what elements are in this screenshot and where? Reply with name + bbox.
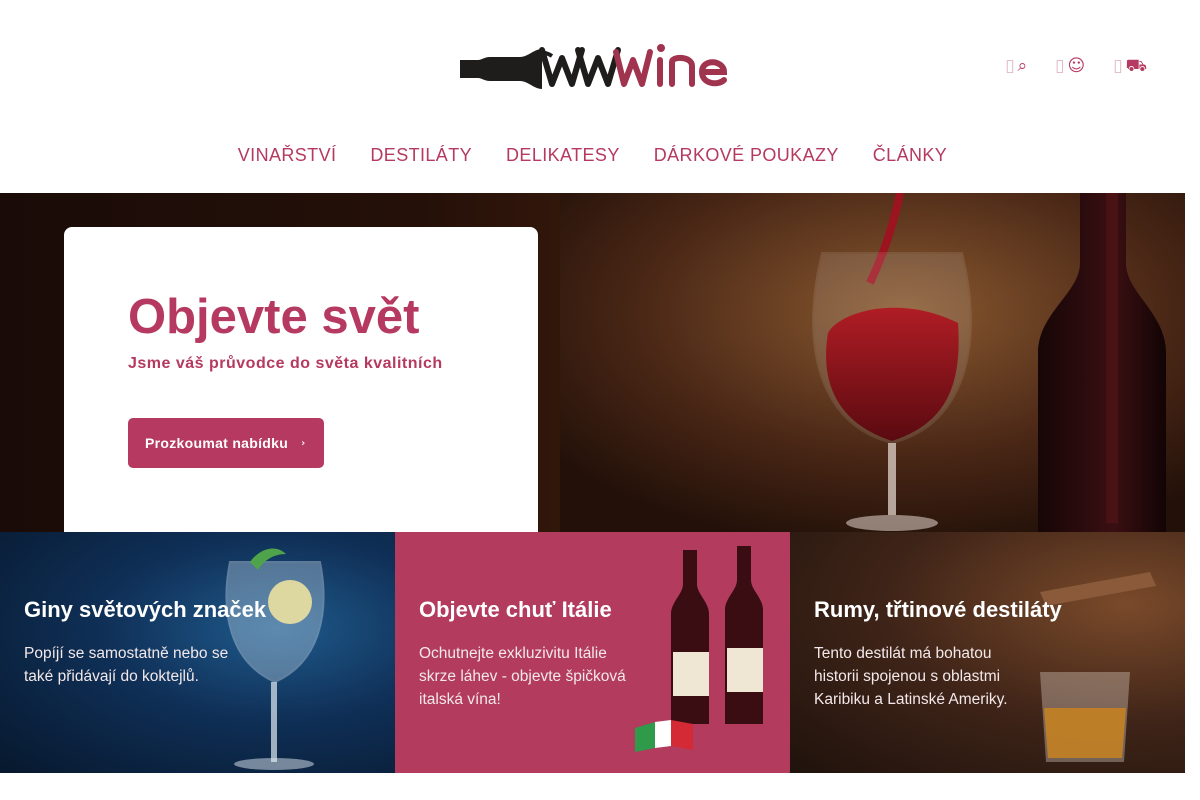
banner-text: Tento destilát má bohatou historii spoje…: [814, 645, 1008, 708]
nav-item-destilaty[interactable]: DESTILÁTY: [370, 143, 472, 167]
user-icon[interactable]: ▯ ☺: [1055, 54, 1085, 78]
page: ▯ ⌕ ▯ ☺ ▯ ⛟ VINAŘSTVÍ DESTILÁTY DELIKATESY …: [0, 0, 1200, 800]
chevron-right-icon: ›: [301, 437, 306, 449]
site-header: ▯ ⌕ ▯ ☺ ▯ ⛟ VINAŘSTVÍ DESTILÁTY DELIKATESY …: [0, 0, 1185, 193]
hero-card: Objevte svět Jsme váš průvodce do světa …: [64, 227, 538, 532]
explore-offer-button[interactable]: Prozkoumat nabídku ›: [128, 418, 324, 468]
banner-title: Objevte chuť Itálie: [419, 597, 612, 622]
banner-gin[interactable]: Giny světových značek Popíjí se samostat…: [0, 532, 395, 773]
banner-text: Popíjí se samostatně nebo se také přidáv…: [24, 645, 229, 685]
nav-item-delikatesy[interactable]: DELIKATESY: [506, 143, 620, 167]
main-nav: VINAŘSTVÍ DESTILÁTY DELIKATESY DÁRKOVÉ P…: [0, 143, 1185, 167]
explore-offer-label: Prozkoumat nabídku: [145, 435, 289, 451]
cart-icon[interactable]: ▯ ⛟: [1113, 54, 1147, 78]
category-banners: Giny světových značek Popíjí se samostat…: [0, 532, 1185, 773]
hero-section: Objevte svět Jsme váš průvodce do světa …: [0, 193, 1185, 532]
banner-rum[interactable]: Rumy, třtinové destiláty Tento destilát …: [790, 532, 1185, 773]
logo-graphic: [460, 44, 728, 89]
wine-glass-image: [560, 193, 1185, 532]
hero-title: Objevte svět: [128, 290, 420, 344]
search-icon[interactable]: ▯ ⌕: [1005, 54, 1027, 78]
banner-italy[interactable]: Objevte chuť Itálie Ochutnejte exkluzivi…: [395, 532, 790, 773]
banner-text: Ochutnejte exkluzivitu Itálie skrze láhe…: [419, 645, 626, 708]
hero-subtitle: Jsme váš průvodce do světa kvalitních: [128, 355, 443, 372]
nav-item-clanky[interactable]: ČLÁNKY: [873, 143, 947, 167]
nav-item-vinarstvi[interactable]: VINAŘSTVÍ: [238, 143, 337, 167]
banner-title: Rumy, třtinové destiláty: [814, 597, 1062, 622]
nav-item-darkove-poukazy[interactable]: DÁRKOVÉ POUKAZY: [654, 143, 839, 167]
site-logo[interactable]: [458, 38, 730, 90]
banner-title: Giny světových značek: [24, 597, 267, 622]
header-actions: ▯ ⌕ ▯ ☺ ▯ ⛟: [1005, 54, 1147, 78]
